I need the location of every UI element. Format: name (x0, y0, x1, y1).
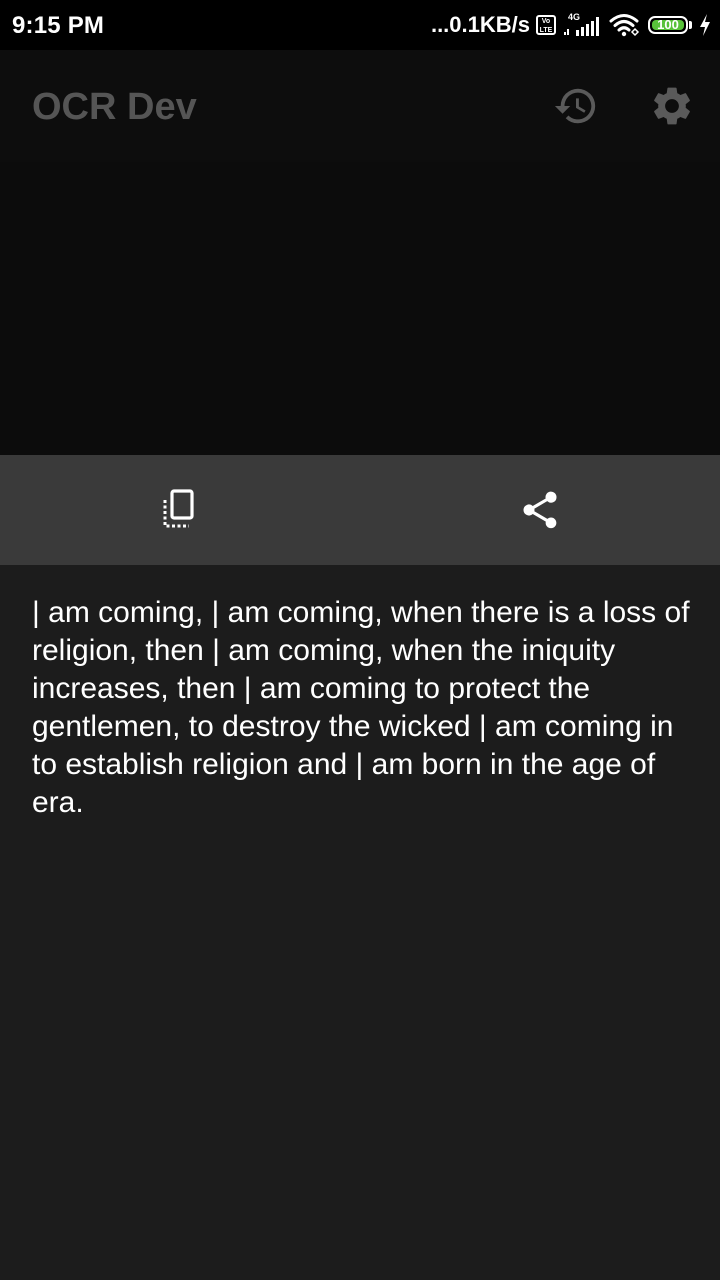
battery-tip (689, 21, 692, 29)
battery-label: 100 (657, 17, 679, 32)
image-preview (0, 162, 720, 455)
status-bar: 9:15 PM ...0.1KB/s Vo LTE 4G 100 (0, 0, 720, 50)
share-button[interactable] (512, 482, 568, 538)
status-time: 9:15 PM (12, 12, 105, 39)
copy-button[interactable] (152, 482, 208, 538)
status-icons: ...0.1KB/s Vo LTE 4G 100 (431, 8, 712, 42)
battery-icon: 100 (648, 16, 688, 34)
action-toolbar (0, 455, 720, 565)
history-icon (554, 88, 596, 124)
copy-icon (163, 489, 194, 528)
network-speed: ...0.1KB/s (430, 12, 530, 37)
gear-icon (654, 87, 690, 125)
result-area: | am coming, | am coming, when there is … (0, 565, 720, 1280)
app-bar: OCR Dev (0, 50, 720, 162)
share-icon (523, 491, 557, 529)
signal-icon: 4G (564, 12, 599, 36)
screen: 9:15 PM ...0.1KB/s Vo LTE 4G 100 OCR Dev… (0, 0, 720, 1280)
volte-icon: Vo LTE (536, 15, 556, 35)
settings-button[interactable] (646, 80, 698, 132)
ocr-result-text[interactable]: | am coming, | am coming, when there is … (32, 594, 698, 822)
app-title: OCR Dev (32, 86, 197, 128)
charging-icon (700, 14, 710, 36)
history-button[interactable] (550, 80, 602, 132)
network-type-label: 4G (568, 12, 580, 22)
wifi-icon (609, 14, 640, 37)
